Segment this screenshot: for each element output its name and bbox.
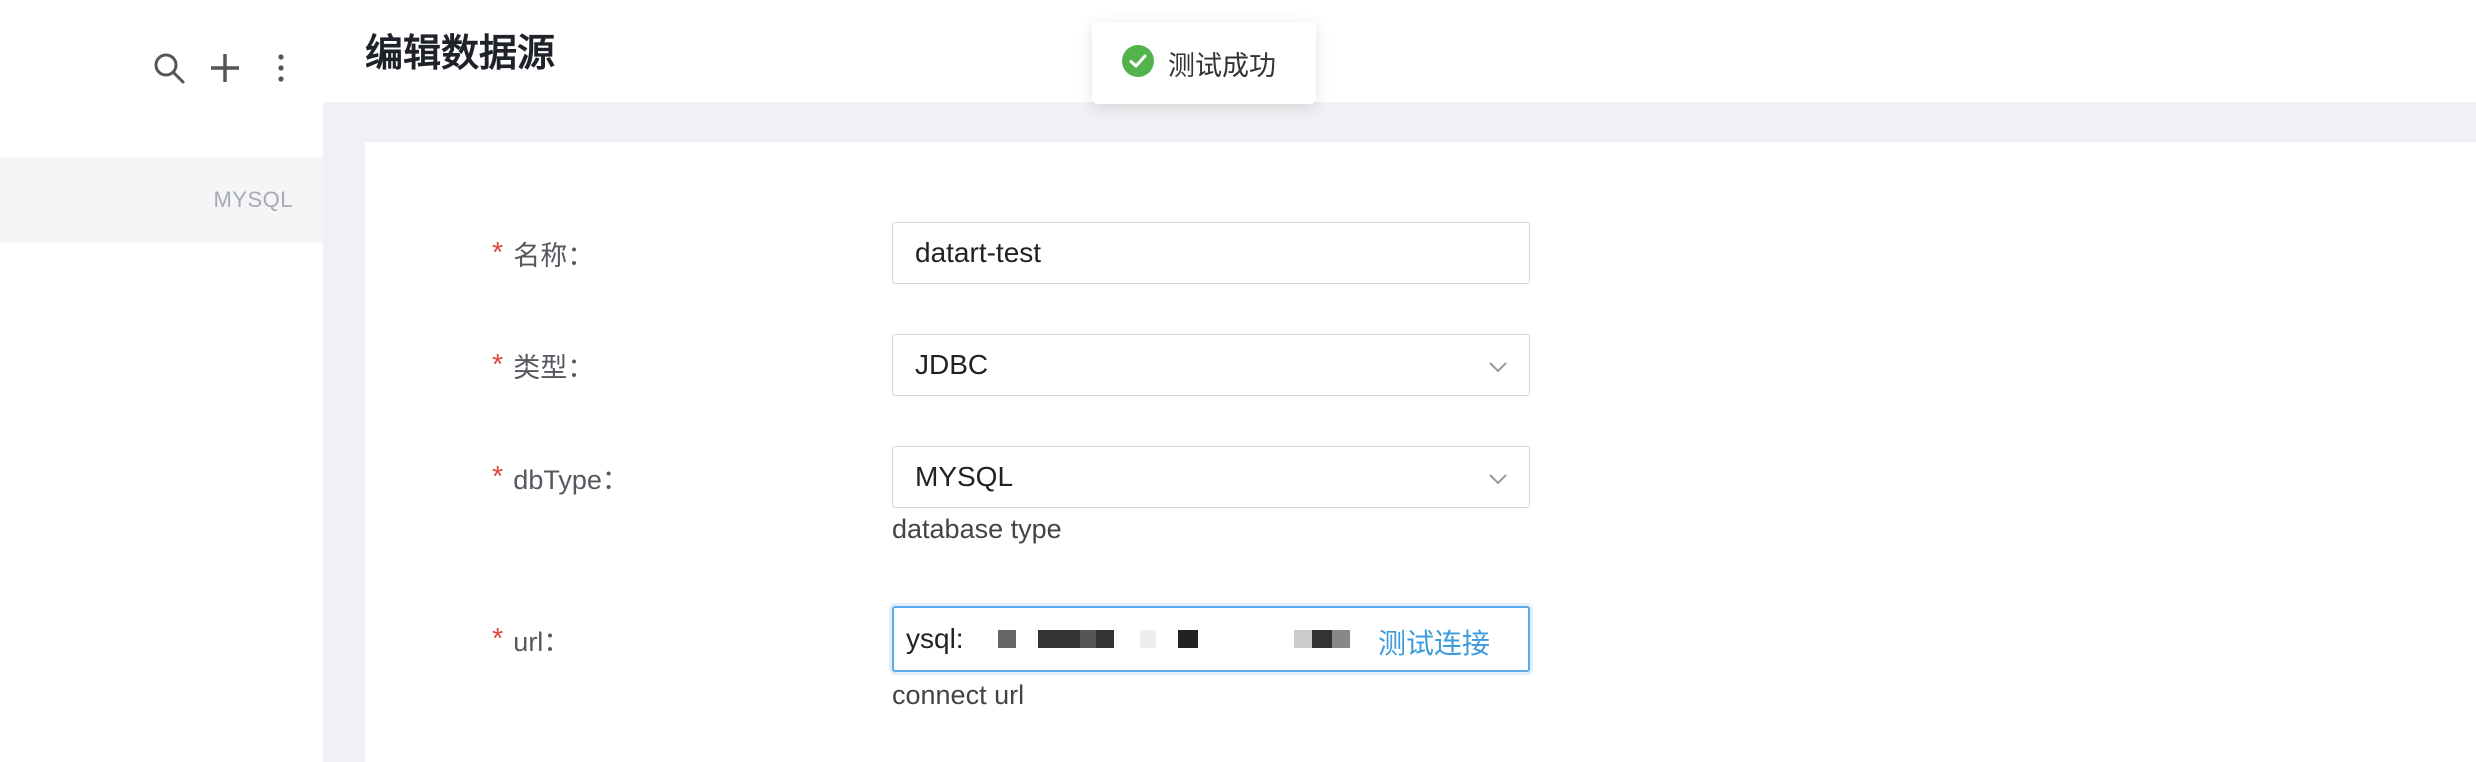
plus-icon[interactable] [207, 50, 243, 86]
required-mark: * [492, 623, 504, 655]
chevron-down-icon [1487, 353, 1509, 385]
sidebar: MYSQL [0, 0, 323, 762]
url-help: connect url [892, 680, 1025, 710]
dbtype-help: database type [892, 514, 1062, 544]
type-select-value: JDBC [915, 349, 989, 380]
form-card: * 名称： datart-test * 类型： JDBC * dbType： M… [365, 142, 2476, 762]
more-vertical-icon[interactable] [263, 50, 299, 86]
check-circle-icon [1122, 44, 1154, 82]
url-input-value: ysql:/. [906, 623, 962, 654]
dbtype-select-value: MYSQL [915, 461, 1014, 492]
success-toast: 测试成功 [1092, 22, 1316, 104]
required-mark: * [492, 461, 504, 493]
toast-message: 测试成功 [1168, 50, 1276, 81]
type-select[interactable]: JDBC [892, 334, 1530, 396]
test-connection-button[interactable]: 测试连接 [1378, 622, 1490, 662]
type-label: * 类型： [492, 349, 595, 383]
name-input-value: datart-test [915, 237, 1042, 268]
page-header: 编辑数据源 [323, 0, 2476, 102]
page-title: 编辑数据源 [365, 33, 556, 75]
sidebar-item-mysql[interactable]: MYSQL [0, 157, 323, 243]
search-icon[interactable] [151, 50, 187, 86]
required-mark: * [492, 349, 504, 381]
name-label: * 名称： [492, 237, 595, 271]
name-input[interactable]: datart-test [892, 222, 1530, 284]
required-mark: * [492, 237, 504, 269]
dbtype-select[interactable]: MYSQL [892, 446, 1530, 508]
url-input[interactable]: ysql:/. 测试连接 [892, 606, 1530, 672]
sidebar-item-label: MYSQL [213, 187, 293, 212]
url-label: * url： [492, 623, 571, 657]
sidebar-toolbar [151, 50, 299, 86]
chevron-down-icon [1487, 465, 1509, 497]
dbtype-label: * dbType： [492, 461, 629, 495]
